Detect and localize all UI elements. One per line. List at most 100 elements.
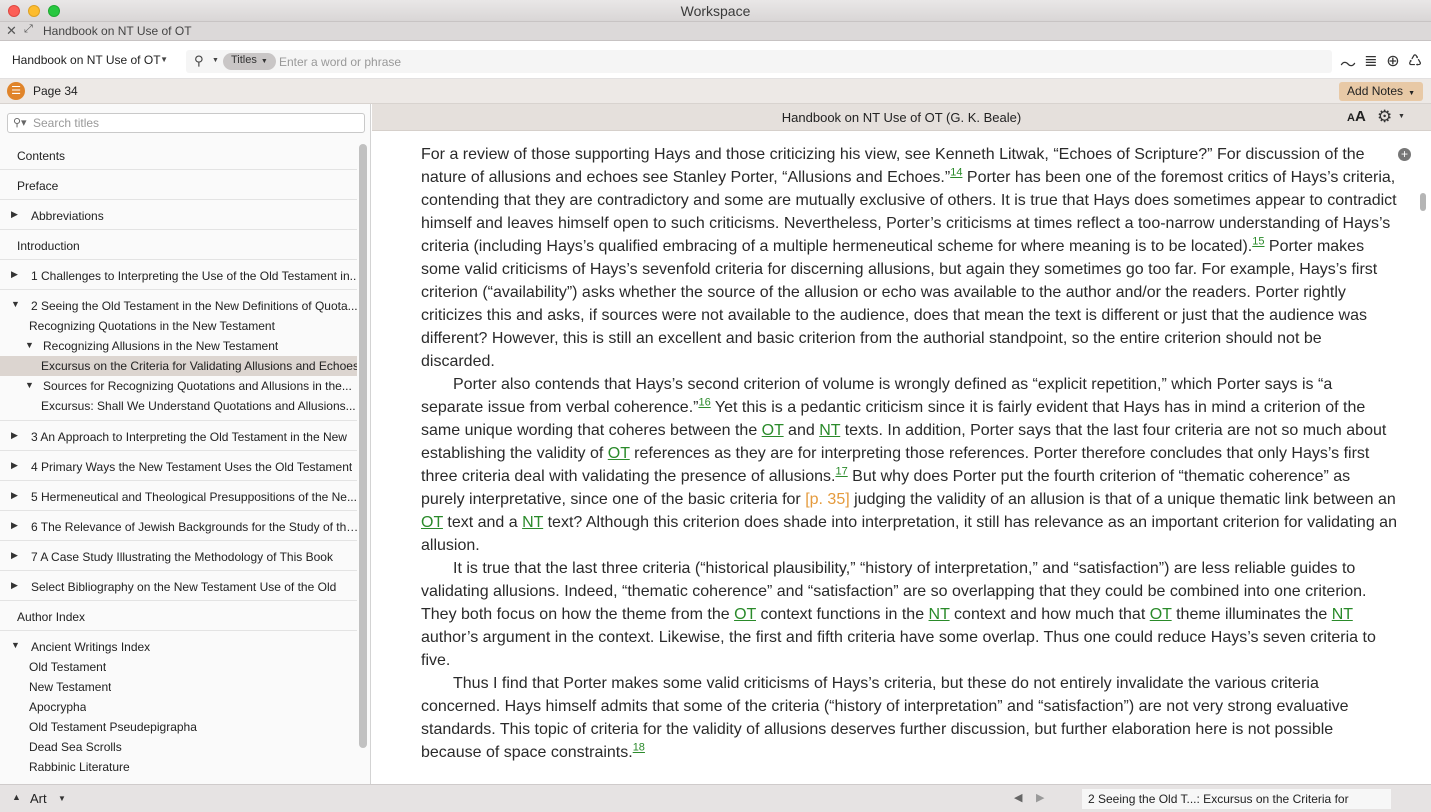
- table-of-contents-icon[interactable]: ☰: [7, 82, 25, 100]
- add-circle-icon[interactable]: +: [1398, 148, 1411, 161]
- toc-subitem[interactable]: Dead Sea Scrolls: [0, 737, 357, 757]
- abbreviation-link[interactable]: OT: [608, 445, 630, 462]
- abbreviation-link[interactable]: OT: [1150, 606, 1172, 623]
- chevron-up-icon[interactable]: ▲: [12, 792, 21, 802]
- toc-subitem-label: Dead Sea Scrolls: [29, 740, 122, 754]
- disclosure-triangle-icon[interactable]: ▼: [11, 640, 20, 650]
- chevron-down-icon[interactable]: ▼: [58, 794, 66, 803]
- chevron-down-icon[interactable]: ▼: [212, 57, 219, 64]
- bottom-bar: ▲ Art ▼ ◀ ▶ 2 Seeing the Old T...: Excur…: [0, 784, 1431, 812]
- paragraph: For a review of those supporting Hays an…: [421, 146, 1397, 370]
- toc-item-chapter-5[interactable]: ▶ 5 Hermeneutical and Theological Presupp…: [0, 481, 357, 511]
- footnote-link[interactable]: 18: [633, 742, 645, 754]
- footnote-link[interactable]: 16: [698, 397, 710, 409]
- toc-subitem-selected[interactable]: Excursus on the Criteria for Validating …: [0, 356, 357, 376]
- footnote-link[interactable]: 14: [950, 167, 962, 179]
- search-icon[interactable]: ⚲: [194, 53, 204, 69]
- location-indicator[interactable]: 2 Seeing the Old T...: Excursus on the C…: [1082, 789, 1391, 809]
- abbreviation-link[interactable]: NT: [819, 422, 840, 439]
- toc-subitem[interactable]: Recognizing Quotations in the New Testam…: [0, 316, 357, 336]
- toc-item-chapter-1[interactable]: ▶ 1 Challenges to Interpreting the Use of…: [0, 260, 357, 290]
- disclosure-triangle-icon[interactable]: ▶: [11, 269, 18, 280]
- disclosure-triangle-icon[interactable]: ▼: [25, 340, 34, 350]
- toc-item-chapter-3[interactable]: ▶ 3 An Approach to Interpreting the Old T…: [0, 421, 357, 451]
- search-scope-label: Titles: [231, 54, 257, 66]
- abbreviation-link[interactable]: OT: [421, 514, 443, 531]
- toc-item-label: 4 Primary Ways the New Testament Uses th…: [31, 460, 353, 474]
- toc-item-contents[interactable]: Contents: [0, 140, 357, 170]
- search-scope-pill[interactable]: Titles ▼: [223, 53, 276, 70]
- sidebar-search: ⚲▾: [7, 113, 365, 133]
- toc-subitem[interactable]: Old Testament Pseudepigrapha: [0, 717, 357, 737]
- reader-scrollbar[interactable]: [1420, 193, 1426, 211]
- toc-item-preface[interactable]: Preface: [0, 170, 357, 200]
- toc-item-bibliography[interactable]: ▶ Select Bibliography on the New Testamen…: [0, 571, 357, 601]
- gear-icon[interactable]: ⚙: [1377, 107, 1392, 127]
- add-notes-label: Add Notes: [1347, 84, 1404, 98]
- recycle-icon[interactable]: ♺: [1405, 51, 1425, 71]
- toc-item-label: Author Index: [17, 610, 86, 624]
- add-circle-icon[interactable]: ⊕: [1383, 51, 1403, 71]
- disclosure-triangle-icon[interactable]: ▶: [11, 460, 18, 471]
- table-of-contents: Contents Preface ▶ Abbreviations Introduc…: [0, 140, 357, 781]
- toc-item-label: 1 Challenges to Interpreting the Use of …: [31, 269, 357, 283]
- add-notes-button[interactable]: Add Notes ▼: [1339, 82, 1423, 101]
- toc-subitem[interactable]: Old Testament: [0, 657, 357, 677]
- toc-item-ancient-writings-index[interactable]: ▼ Ancient Writings Index: [0, 631, 357, 657]
- toc-item-chapter-2[interactable]: ▼ 2 Seeing the Old Testament in the New D…: [0, 290, 357, 316]
- abbreviation-link[interactable]: NT: [929, 606, 950, 623]
- disclosure-triangle-icon[interactable]: ▼: [25, 380, 34, 390]
- expand-icon[interactable]: ⤢: [24, 23, 33, 36]
- toc-subitem[interactable]: ▼ Recognizing Allusions in the New Testam…: [0, 336, 357, 356]
- toc-item-introduction[interactable]: Introduction: [0, 230, 357, 260]
- toc-item-chapter-4[interactable]: ▶ 4 Primary Ways the New Testament Uses t…: [0, 451, 357, 481]
- abbreviation-link[interactable]: OT: [734, 606, 756, 623]
- toc-subitem[interactable]: Apocrypha: [0, 697, 357, 717]
- book-select[interactable]: Handbook on NT Use of OT ▼: [6, 50, 176, 72]
- reader-title: Handbook on NT Use of OT (G. K. Beale): [781, 110, 1022, 125]
- reader-panel: + For a review of those supporting Hays …: [372, 131, 1431, 784]
- search-input[interactable]: [279, 52, 1319, 71]
- toc-subitem-label: Sources for Recognizing Quotations and A…: [43, 379, 352, 393]
- toc-subitem[interactable]: Rabbinic Literature: [0, 757, 357, 777]
- footnote-link[interactable]: 17: [835, 466, 847, 478]
- toc-subitem[interactable]: New Testament: [0, 677, 357, 697]
- paragraph: It is true that the last three criteria …: [421, 560, 1376, 669]
- abbreviation-link[interactable]: NT: [1332, 606, 1353, 623]
- toc-item-chapter-6[interactable]: ▶ 6 The Relevance of Jewish Backgrounds f…: [0, 511, 357, 541]
- disclosure-triangle-icon[interactable]: ▶: [11, 550, 18, 561]
- toolbar: Handbook on NT Use of OT ▼ ⚲ ▼ Titles▼ 〜…: [0, 41, 1431, 79]
- toc-subitem-label: Old Testament: [29, 660, 107, 674]
- toc-item-label: Introduction: [17, 239, 80, 253]
- disclosure-triangle-icon[interactable]: ▶: [11, 580, 18, 591]
- toc-item-chapter-7[interactable]: ▶ 7 A Case Study Illustrating the Methodo…: [0, 541, 357, 571]
- toc-subitem-label: New Testament: [29, 680, 112, 694]
- disclosure-triangle-icon[interactable]: ▶: [11, 209, 18, 220]
- tab-title[interactable]: Handbook on NT Use of OT: [43, 24, 192, 38]
- toc-item-author-index[interactable]: Author Index: [0, 601, 357, 631]
- previous-arrow-icon[interactable]: ◀: [1014, 791, 1022, 804]
- toc-item-label: 7 A Case Study Illustrating the Methodol…: [31, 550, 333, 564]
- toc-subitem[interactable]: ▼ Sources for Recognizing Quotations and …: [0, 376, 357, 396]
- abbreviation-link[interactable]: NT: [522, 514, 543, 531]
- disclosure-triangle-icon[interactable]: ▶: [11, 430, 18, 441]
- sidebar-scrollbar[interactable]: [359, 144, 367, 748]
- chevron-down-icon: ▼: [260, 58, 268, 65]
- disclosure-triangle-icon[interactable]: ▶: [11, 490, 18, 501]
- next-arrow-icon[interactable]: ▶: [1036, 791, 1044, 804]
- chevron-down-icon[interactable]: ▼: [1398, 113, 1405, 120]
- close-icon[interactable]: ✕: [6, 23, 17, 39]
- toc-subitem[interactable]: Excursus: Shall We Understand Quotations…: [0, 396, 357, 416]
- toc-group-ancient-writings: ▼ Ancient Writings Index Old Testament Ne…: [0, 631, 357, 781]
- search-titles-input[interactable]: [33, 115, 353, 131]
- footnote-link[interactable]: 15: [1252, 236, 1264, 248]
- text-size-icon[interactable]: AA: [1347, 108, 1366, 125]
- abbreviation-link[interactable]: OT: [762, 422, 784, 439]
- sync-wave-icon[interactable]: 〜: [1338, 51, 1358, 75]
- list-lines-icon[interactable]: ≣: [1361, 51, 1381, 71]
- art-label[interactable]: Art: [30, 791, 47, 806]
- toc-item-label: Select Bibliography on the New Testament…: [31, 580, 337, 594]
- disclosure-triangle-icon[interactable]: ▶: [11, 520, 18, 531]
- disclosure-triangle-icon[interactable]: ▼: [11, 299, 20, 309]
- toc-item-abbreviations[interactable]: ▶ Abbreviations: [0, 200, 357, 230]
